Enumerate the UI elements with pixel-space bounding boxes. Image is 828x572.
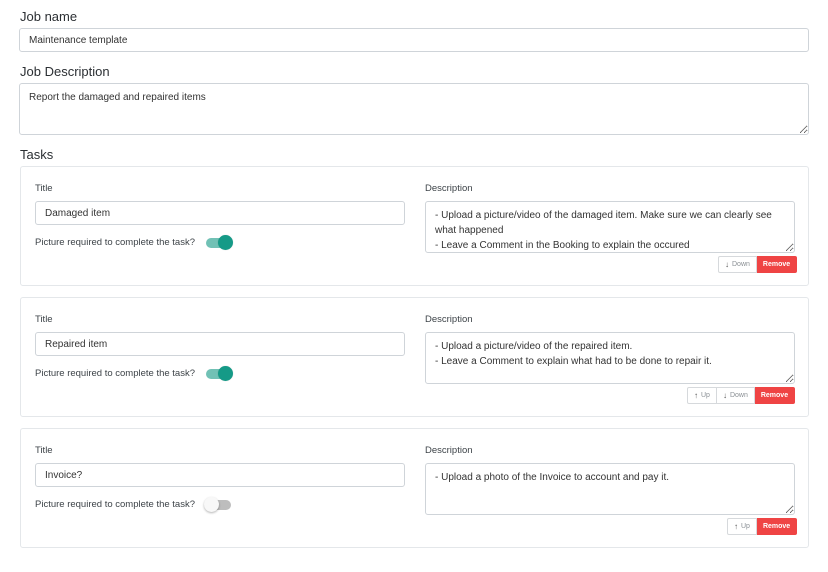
task-title-label: Title: [35, 183, 53, 194]
arrow-down-icon: ↓: [722, 391, 727, 400]
picture-required-toggle[interactable]: [206, 234, 234, 250]
remove-task-button[interactable]: Remove: [754, 387, 796, 404]
toggle-knob: [218, 365, 234, 381]
task-card: Title Picture required to complete the t…: [20, 428, 809, 548]
picture-required-label: Picture required to complete the task?: [35, 237, 196, 248]
remove-task-button[interactable]: Remove: [756, 518, 798, 535]
picture-required-toggle[interactable]: [204, 496, 232, 512]
task-actions: ↓ Down Remove: [718, 256, 798, 273]
arrow-up-icon: ↑: [734, 522, 738, 531]
task-title-input[interactable]: [35, 201, 405, 225]
task-title-input[interactable]: [35, 463, 405, 487]
picture-required-row: Picture required to complete the task?: [35, 496, 232, 512]
move-down-button[interactable]: ↓ Down: [718, 256, 757, 273]
move-up-button[interactable]: ↑ Up: [687, 387, 717, 404]
remove-task-button[interactable]: Remove: [756, 256, 798, 273]
picture-required-toggle[interactable]: [206, 365, 234, 381]
task-description-input[interactable]: - Upload a photo of the Invoice to accou…: [425, 463, 795, 515]
job-description-input[interactable]: Report the damaged and repaired items: [19, 83, 809, 135]
task-title-input[interactable]: [35, 332, 405, 356]
job-name-input[interactable]: [19, 28, 809, 52]
job-template-form: Job name Job Description Report the dama…: [0, 0, 828, 572]
picture-required-label: Picture required to complete the task?: [35, 499, 196, 510]
picture-required-row: Picture required to complete the task?: [35, 234, 234, 250]
move-up-button[interactable]: ↑ Up: [727, 518, 757, 535]
task-actions: ↑ Up ↓ Down Remove: [687, 387, 796, 404]
picture-required-row: Picture required to complete the task?: [35, 365, 234, 381]
task-title-label: Title: [35, 314, 53, 325]
move-down-button[interactable]: ↓ Down: [716, 387, 755, 404]
task-card: Title Picture required to complete the t…: [20, 166, 809, 286]
task-description-label: Description: [425, 445, 473, 456]
arrow-down-icon: ↓: [725, 260, 729, 269]
job-description-label: Job Description: [20, 64, 110, 79]
task-actions: ↑ Up Remove: [727, 518, 798, 535]
task-description-input[interactable]: - Upload a picture/video of the repaired…: [425, 332, 795, 384]
task-title-label: Title: [35, 445, 53, 456]
task-description-label: Description: [425, 314, 473, 325]
toggle-knob: [204, 496, 220, 512]
task-description-input[interactable]: - Upload a picture/video of the damaged …: [425, 201, 795, 253]
task-card: Title Picture required to complete the t…: [20, 297, 809, 417]
job-name-label: Job name: [20, 9, 78, 24]
task-description-label: Description: [425, 183, 473, 194]
picture-required-label: Picture required to complete the task?: [35, 368, 196, 379]
arrow-up-icon: ↑: [694, 391, 698, 400]
tasks-label: Tasks: [20, 147, 54, 162]
toggle-knob: [218, 234, 234, 250]
